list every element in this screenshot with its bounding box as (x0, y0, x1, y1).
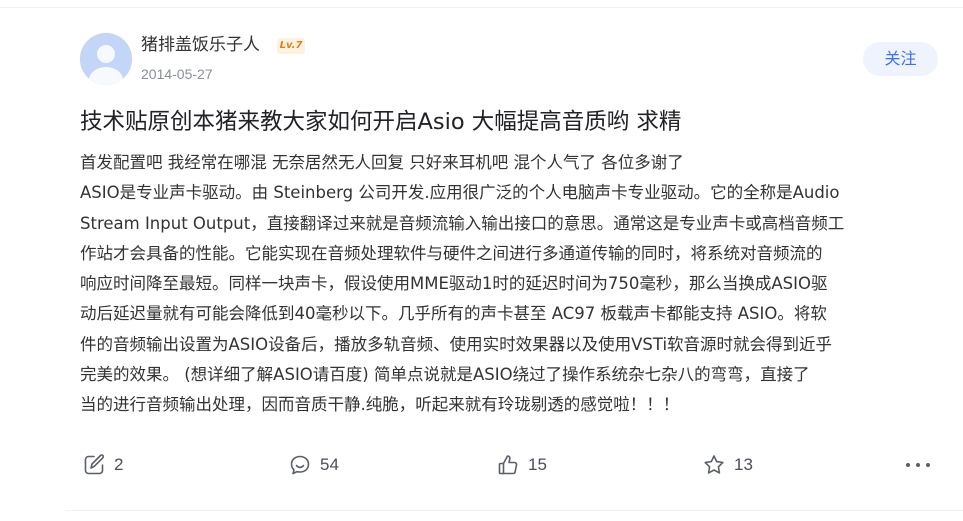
comment-count: 54 (320, 455, 339, 474)
body-line: 件的音频输出设置为ASIO设备后，播放多轨音频、使用实时效果器以及使用VSTi软… (80, 334, 833, 354)
body-line: Stream Input Output，直接翻译过来就是音频流输入输出接口的意思… (80, 213, 845, 233)
bottom-divider (66, 510, 963, 511)
body-line: ASIO是专业声卡驱动。由 Steinberg 公司开发.应用很广泛的个人电脑声… (80, 183, 840, 203)
body-line: 完美的效果。 (想详细了解ASIO请百度) 简单点说就是ASIO绕过了操作系统杂… (80, 365, 810, 385)
star-icon (702, 453, 726, 477)
more-button[interactable] (904, 452, 932, 478)
like-count: 15 (528, 455, 547, 474)
avatar-placeholder-icon (80, 33, 132, 85)
favorite-count: 13 (734, 455, 753, 474)
follow-button[interactable]: 关注 (863, 42, 938, 76)
top-divider (0, 7, 963, 8)
author-name[interactable]: 猪排盖饭乐子人 (141, 33, 260, 57)
post-date: 2014-05-27 (141, 66, 213, 82)
body-line: 作站才会具备的性能。它能实现在音频处理软件与硬件之间进行多通道传输的同时，将系统… (80, 243, 823, 263)
post-card: 猪排盖饭乐子人 Lv.7 2014-05-27 关注 技术贴原创本猪来教大家如何… (0, 0, 963, 521)
body-line: 当的进行音频输出处理，因而音质干静.纯脆，听起来就有玲珑剔透的感觉啦！！！ (80, 395, 680, 415)
share-edit-icon (82, 453, 106, 477)
share-count: 2 (114, 455, 124, 474)
comment-button[interactable]: 54 (288, 452, 339, 478)
like-button[interactable]: 15 (496, 452, 547, 478)
body-line: 首发配置吧 我经常在哪混 无奈居然无人回复 只好来耳机吧 混个人气了 各位多谢了 (80, 153, 684, 172)
body-line: 动后延迟量就有可能会降低到40毫秒以下。几乎所有的声卡甚至 AC97 板载声卡都… (80, 304, 827, 324)
avatar[interactable] (80, 33, 132, 85)
share-button[interactable]: 2 (82, 452, 123, 478)
level-badge: Lv.7 (277, 38, 305, 54)
favorite-button[interactable]: 13 (702, 452, 753, 478)
post-body[interactable]: 首发配置吧 我经常在哪混 无奈居然无人回复 只好来耳机吧 混个人气了 各位多谢了… (80, 148, 940, 421)
thumbs-up-icon (496, 453, 520, 477)
post-title[interactable]: 技术贴原创本猪来教大家如何开启Asio 大幅提高音质哟 求精 (80, 106, 940, 138)
body-line: 响应时间降至最短。同样一块声卡，假设使用MME驱动1时的延迟时间为750毫秒，那… (80, 274, 828, 294)
comment-bubble-icon (288, 453, 312, 477)
more-dots-icon (906, 463, 930, 467)
